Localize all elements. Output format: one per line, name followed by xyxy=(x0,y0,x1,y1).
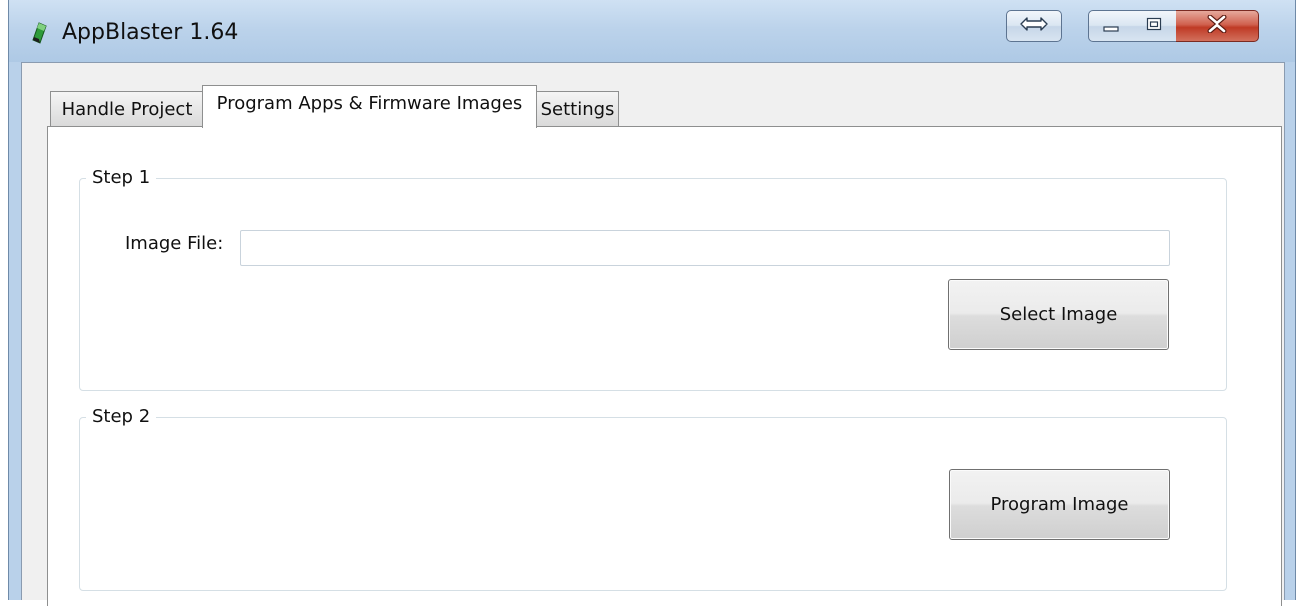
image-file-input[interactable] xyxy=(240,230,1170,266)
resize-button[interactable] xyxy=(1006,10,1062,42)
select-image-button[interactable]: Select Image xyxy=(948,279,1169,350)
title-bar[interactable]: AppBlaster 1.64 xyxy=(9,0,1295,62)
step-2-legend: Step 2 xyxy=(86,404,157,430)
tab-handle-project[interactable]: Handle Project xyxy=(50,91,204,127)
step-2-group: Step 2 Program Image xyxy=(79,404,1227,591)
resize-arrows-icon xyxy=(1019,15,1049,37)
app-window: AppBlaster 1.64 Handle Project Program A… xyxy=(8,0,1296,606)
tab-settings[interactable]: Settings xyxy=(536,91,619,127)
close-icon xyxy=(1206,14,1228,37)
maximize-icon xyxy=(1145,16,1163,36)
window-client-area: Handle Project Program Apps & Firmware I… xyxy=(21,62,1285,606)
maximize-button[interactable] xyxy=(1132,10,1177,42)
step-1-legend: Step 1 xyxy=(86,165,157,191)
image-file-label: Image File: xyxy=(125,233,224,254)
program-image-button[interactable]: Program Image xyxy=(949,469,1170,540)
window-title: AppBlaster 1.64 xyxy=(62,20,239,45)
step-1-group: Step 1 Image File: Select Image xyxy=(79,165,1227,391)
tab-program-apps-firmware-images[interactable]: Program Apps & Firmware Images xyxy=(202,85,537,128)
tab-panel: Step 1 Image File: Select Image Step 2 P… xyxy=(47,126,1282,606)
close-button[interactable] xyxy=(1176,10,1259,42)
app-icon xyxy=(31,22,49,44)
minimize-button[interactable] xyxy=(1088,10,1133,42)
minimize-icon xyxy=(1102,17,1120,36)
